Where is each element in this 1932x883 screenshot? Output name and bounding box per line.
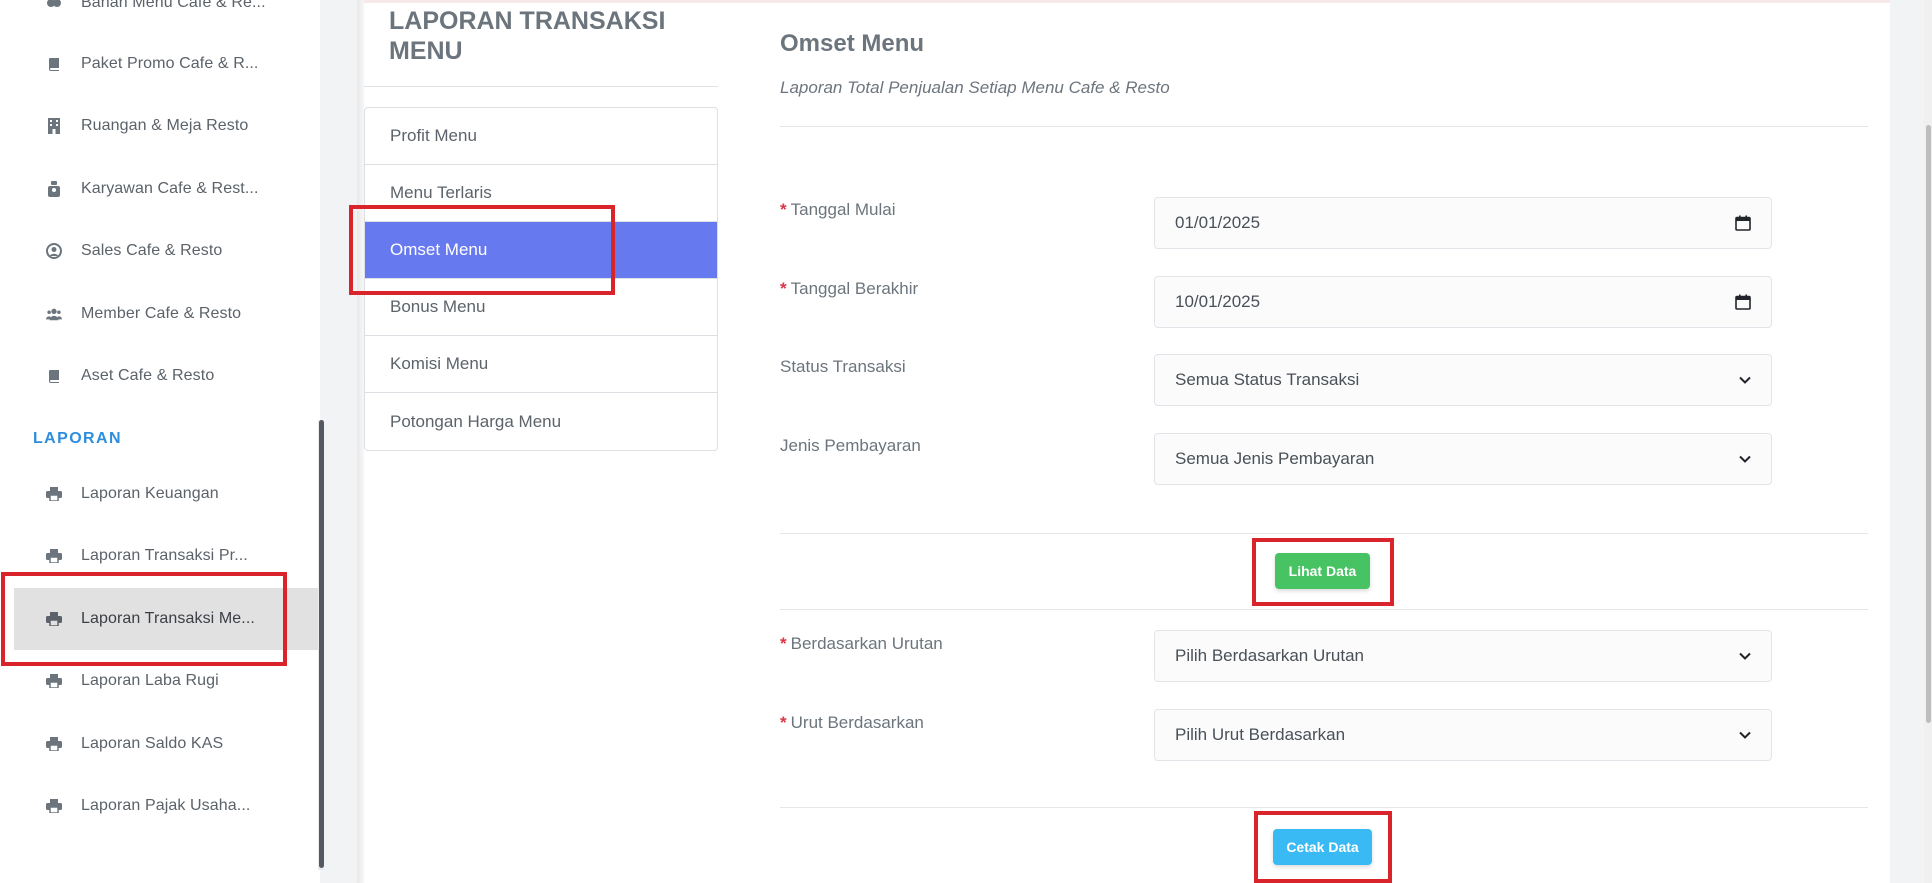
- chevron-down-icon: [1739, 652, 1751, 660]
- sidebar-item-paket-promo[interactable]: Paket Promo Cafe & R...: [14, 33, 320, 95]
- report-title: LAPORAN TRANSAKSI MENU: [389, 7, 666, 65]
- sidebar-item-sales[interactable]: Sales Cafe & Resto: [14, 220, 320, 282]
- required-mark: *: [780, 634, 787, 653]
- book-icon: [46, 56, 62, 72]
- berdasarkan-urutan-label: * Berdasarkan Urutan: [780, 634, 943, 654]
- highlight-box: [349, 205, 615, 295]
- sidebar-item-label: Karyawan Cafe & Rest...: [81, 180, 259, 197]
- main-card-shadow: [357, 0, 364, 883]
- calendar-icon[interactable]: [1735, 215, 1751, 231]
- required-mark: *: [780, 713, 787, 732]
- status-transaksi-select[interactable]: Semua Status Transaksi: [1154, 354, 1772, 406]
- sidebar-item-ruangan-meja[interactable]: Ruangan & Meja Resto: [14, 95, 320, 157]
- user-circle-icon: [46, 243, 62, 259]
- sidebar-item-aset[interactable]: Aset Cafe & Resto: [14, 345, 320, 407]
- chevron-down-icon: [1739, 376, 1751, 384]
- label-text: Berdasarkan Urutan: [790, 634, 943, 653]
- sidebar: Bahan Menu Cafe & Re... Paket Promo Cafe…: [0, 0, 324, 883]
- book-icon: [46, 368, 62, 384]
- tanggal-berakhir-label: * Tanggal Berakhir: [780, 279, 918, 299]
- sidebar-item-laporan-pajak-usaha[interactable]: Laporan Pajak Usaha...: [14, 775, 320, 837]
- divider: [780, 533, 1868, 534]
- sidebar-item-label: Ruangan & Meja Resto: [81, 117, 249, 134]
- menu-item-potongan-harga-menu[interactable]: Potongan Harga Menu: [365, 393, 717, 450]
- print-icon: [46, 673, 62, 689]
- highlight-box: [1252, 538, 1394, 606]
- status-transaksi-label: Status Transaksi: [780, 357, 906, 376]
- select-value: Pilih Urut Berdasarkan: [1175, 725, 1346, 744]
- print-icon: [46, 736, 62, 752]
- users-icon: [46, 306, 62, 322]
- content-subtitle: Laporan Total Penjualan Setiap Menu Cafe…: [780, 78, 1170, 97]
- urut-berdasarkan-label: * Urut Berdasarkan: [780, 713, 924, 733]
- building-icon: [46, 118, 62, 134]
- employee-icon: [46, 181, 62, 197]
- select-value: Semua Status Transaksi: [1175, 370, 1360, 389]
- sidebar-scrollbar-thumb[interactable]: [319, 420, 324, 868]
- sidebar-item-label: Laporan Pajak Usaha...: [81, 797, 251, 814]
- sidebar-item-label: Aset Cafe & Resto: [81, 367, 215, 384]
- highlight-box: [1254, 811, 1392, 883]
- sidebar-item-member[interactable]: Member Cafe & Resto: [14, 283, 320, 345]
- print-icon: [46, 486, 62, 502]
- field-value: 10/01/2025: [1175, 292, 1261, 311]
- divider: [780, 126, 1868, 127]
- sidebar-item-bahan-menu[interactable]: Bahan Menu Cafe & Re...: [14, 0, 320, 34]
- select-value: Pilih Berdasarkan Urutan: [1175, 646, 1364, 665]
- divider: [780, 609, 1868, 610]
- jenis-pembayaran-select[interactable]: Semua Jenis Pembayaran: [1154, 433, 1772, 485]
- tanggal-berakhir-input[interactable]: 10/01/2025: [1154, 276, 1772, 328]
- sidebar-item-label: Sales Cafe & Resto: [81, 242, 223, 259]
- content-title: Omset Menu: [780, 30, 925, 57]
- sidebar-item-label: Laporan Keuangan: [81, 485, 219, 502]
- print-icon: [46, 548, 62, 564]
- sidebar-item-label: Laporan Transaksi Pr...: [81, 547, 248, 564]
- menu-item-komisi-menu[interactable]: Komisi Menu: [365, 336, 717, 393]
- select-value: Semua Jenis Pembayaran: [1175, 449, 1375, 468]
- berdasarkan-urutan-select[interactable]: Pilih Berdasarkan Urutan: [1154, 630, 1772, 682]
- sidebar-item-label: Laporan Laba Rugi: [81, 672, 219, 689]
- sidebar-section-laporan: LAPORAN: [33, 430, 122, 447]
- sidebar-item-label: Laporan Saldo KAS: [81, 735, 224, 752]
- page-scrollbar-thumb[interactable]: [1926, 125, 1931, 723]
- divider: [780, 807, 1868, 808]
- required-mark: *: [780, 200, 787, 219]
- sidebar-item-karyawan[interactable]: Karyawan Cafe & Rest...: [14, 158, 320, 220]
- top-border: [364, 0, 1890, 3]
- label-text: Tanggal Berakhir: [790, 279, 919, 298]
- urut-berdasarkan-select[interactable]: Pilih Urut Berdasarkan: [1154, 709, 1772, 761]
- page: Bahan Menu Cafe & Re... Paket Promo Cafe…: [0, 0, 1932, 883]
- highlight-box: [1, 572, 287, 666]
- sidebar-item-label: Paket Promo Cafe & R...: [81, 55, 259, 72]
- sidebar-item-label: Member Cafe & Resto: [81, 305, 242, 322]
- sidebar-item-laporan-keuangan[interactable]: Laporan Keuangan: [14, 463, 320, 525]
- sidebar-item-label: Bahan Menu Cafe & Re...: [81, 0, 266, 11]
- label-text: Urut Berdasarkan: [790, 713, 924, 732]
- calendar-icon[interactable]: [1735, 294, 1751, 310]
- ingredients-icon: [46, 0, 62, 11]
- sidebar-item-laporan-saldo-kas[interactable]: Laporan Saldo KAS: [14, 713, 320, 775]
- chevron-down-icon: [1739, 731, 1751, 739]
- tanggal-mulai-label: * Tanggal Mulai: [780, 200, 896, 220]
- menu-item-profit-menu[interactable]: Profit Menu: [365, 108, 717, 165]
- tanggal-mulai-input[interactable]: 01/01/2025: [1154, 197, 1772, 249]
- required-mark: *: [780, 279, 787, 298]
- label-text: Tanggal Mulai: [790, 200, 896, 219]
- chevron-down-icon: [1739, 455, 1751, 463]
- jenis-pembayaran-label: Jenis Pembayaran: [780, 436, 921, 455]
- divider: [364, 86, 718, 87]
- print-icon: [46, 798, 62, 814]
- field-value: 01/01/2025: [1175, 213, 1261, 232]
